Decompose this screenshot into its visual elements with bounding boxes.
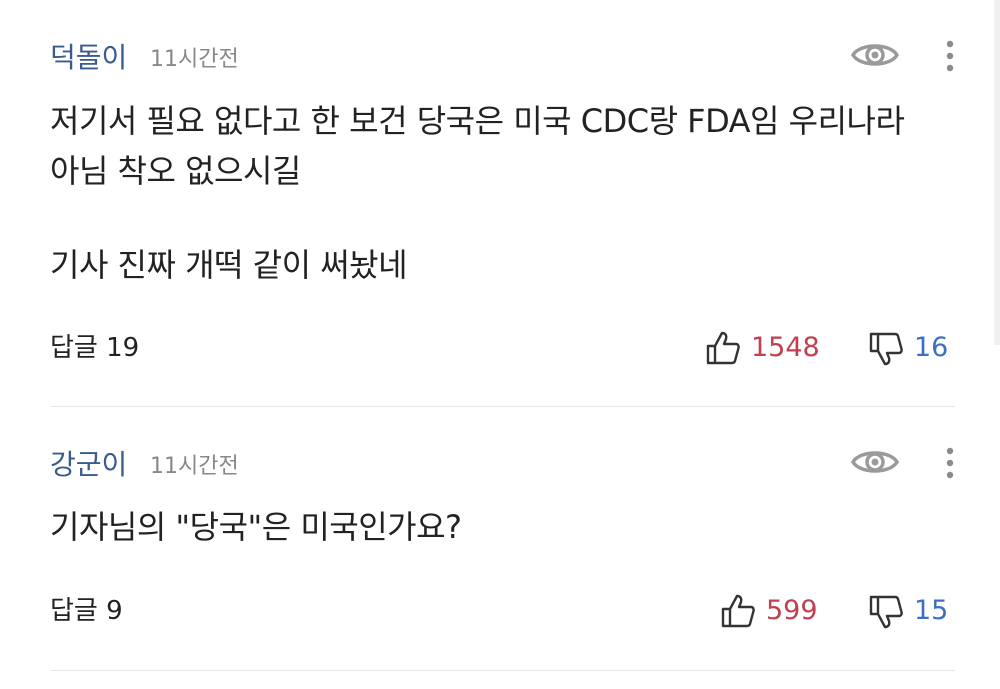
eye-icon[interactable] (850, 445, 900, 479)
comment-header: 강군이 11시간전 (50, 445, 955, 485)
comment-time: 11시간전 (150, 47, 239, 72)
dislike-count: 16 (914, 332, 949, 363)
dislike-button[interactable]: 16 (868, 328, 948, 368)
eye-icon[interactable] (850, 38, 900, 72)
comment-line: 아님 착오 없으시길 (50, 152, 301, 190)
reply-button[interactable]: 답글 19 (50, 328, 139, 368)
comment-line: 기사 진짜 개떡 같이 써놨네 (50, 246, 408, 284)
thumbs-down-icon (869, 332, 903, 366)
divider (50, 670, 955, 671)
more-vertical-icon[interactable] (938, 443, 962, 483)
comment-author[interactable]: 강군이 (50, 447, 127, 483)
more-vertical-icon[interactable] (938, 36, 962, 76)
like-count: 599 (766, 595, 818, 626)
thumbs-down-icon (869, 595, 903, 629)
scrollbar-track (994, 0, 1000, 345)
comment-blank-line (50, 196, 950, 240)
like-button[interactable]: 599 (720, 591, 818, 631)
comment-line: 저기서 필요 없다고 한 보건 당국은 미국 CDC랑 FDA임 우리나라 (50, 102, 905, 140)
thumbs-up-icon (706, 331, 740, 365)
like-button[interactable]: 1548 (705, 328, 820, 368)
comment-footer: 답글 9 599 15 (50, 591, 955, 631)
comment-line: 기자님의 "당국"은 미국인가요? (50, 508, 462, 546)
comment-footer: 답글 19 1548 16 (50, 328, 955, 368)
comment-header: 덕돌이 11시간전 (50, 38, 955, 78)
comment-item: 강군이 11시간전 기자님의 "당국"은 미국인가요? 답글 9 599 15 (50, 407, 955, 671)
reply-button[interactable]: 답글 9 (50, 591, 123, 631)
like-count: 1548 (751, 332, 820, 363)
comment-author[interactable]: 덕돌이 (50, 40, 127, 76)
comment-body: 저기서 필요 없다고 한 보건 당국은 미국 CDC랑 FDA임 우리나라 아님… (50, 96, 950, 290)
dislike-button[interactable]: 15 (868, 591, 948, 631)
comment-body: 기자님의 "당국"은 미국인가요? (50, 502, 950, 552)
comment-time: 11시간전 (150, 454, 239, 479)
dislike-count: 15 (914, 595, 949, 626)
thumbs-up-icon (721, 594, 755, 628)
comment-item: 덕돌이 11시간전 저기서 필요 없다고 한 보건 당국은 미국 CDC랑 FD… (50, 0, 955, 407)
